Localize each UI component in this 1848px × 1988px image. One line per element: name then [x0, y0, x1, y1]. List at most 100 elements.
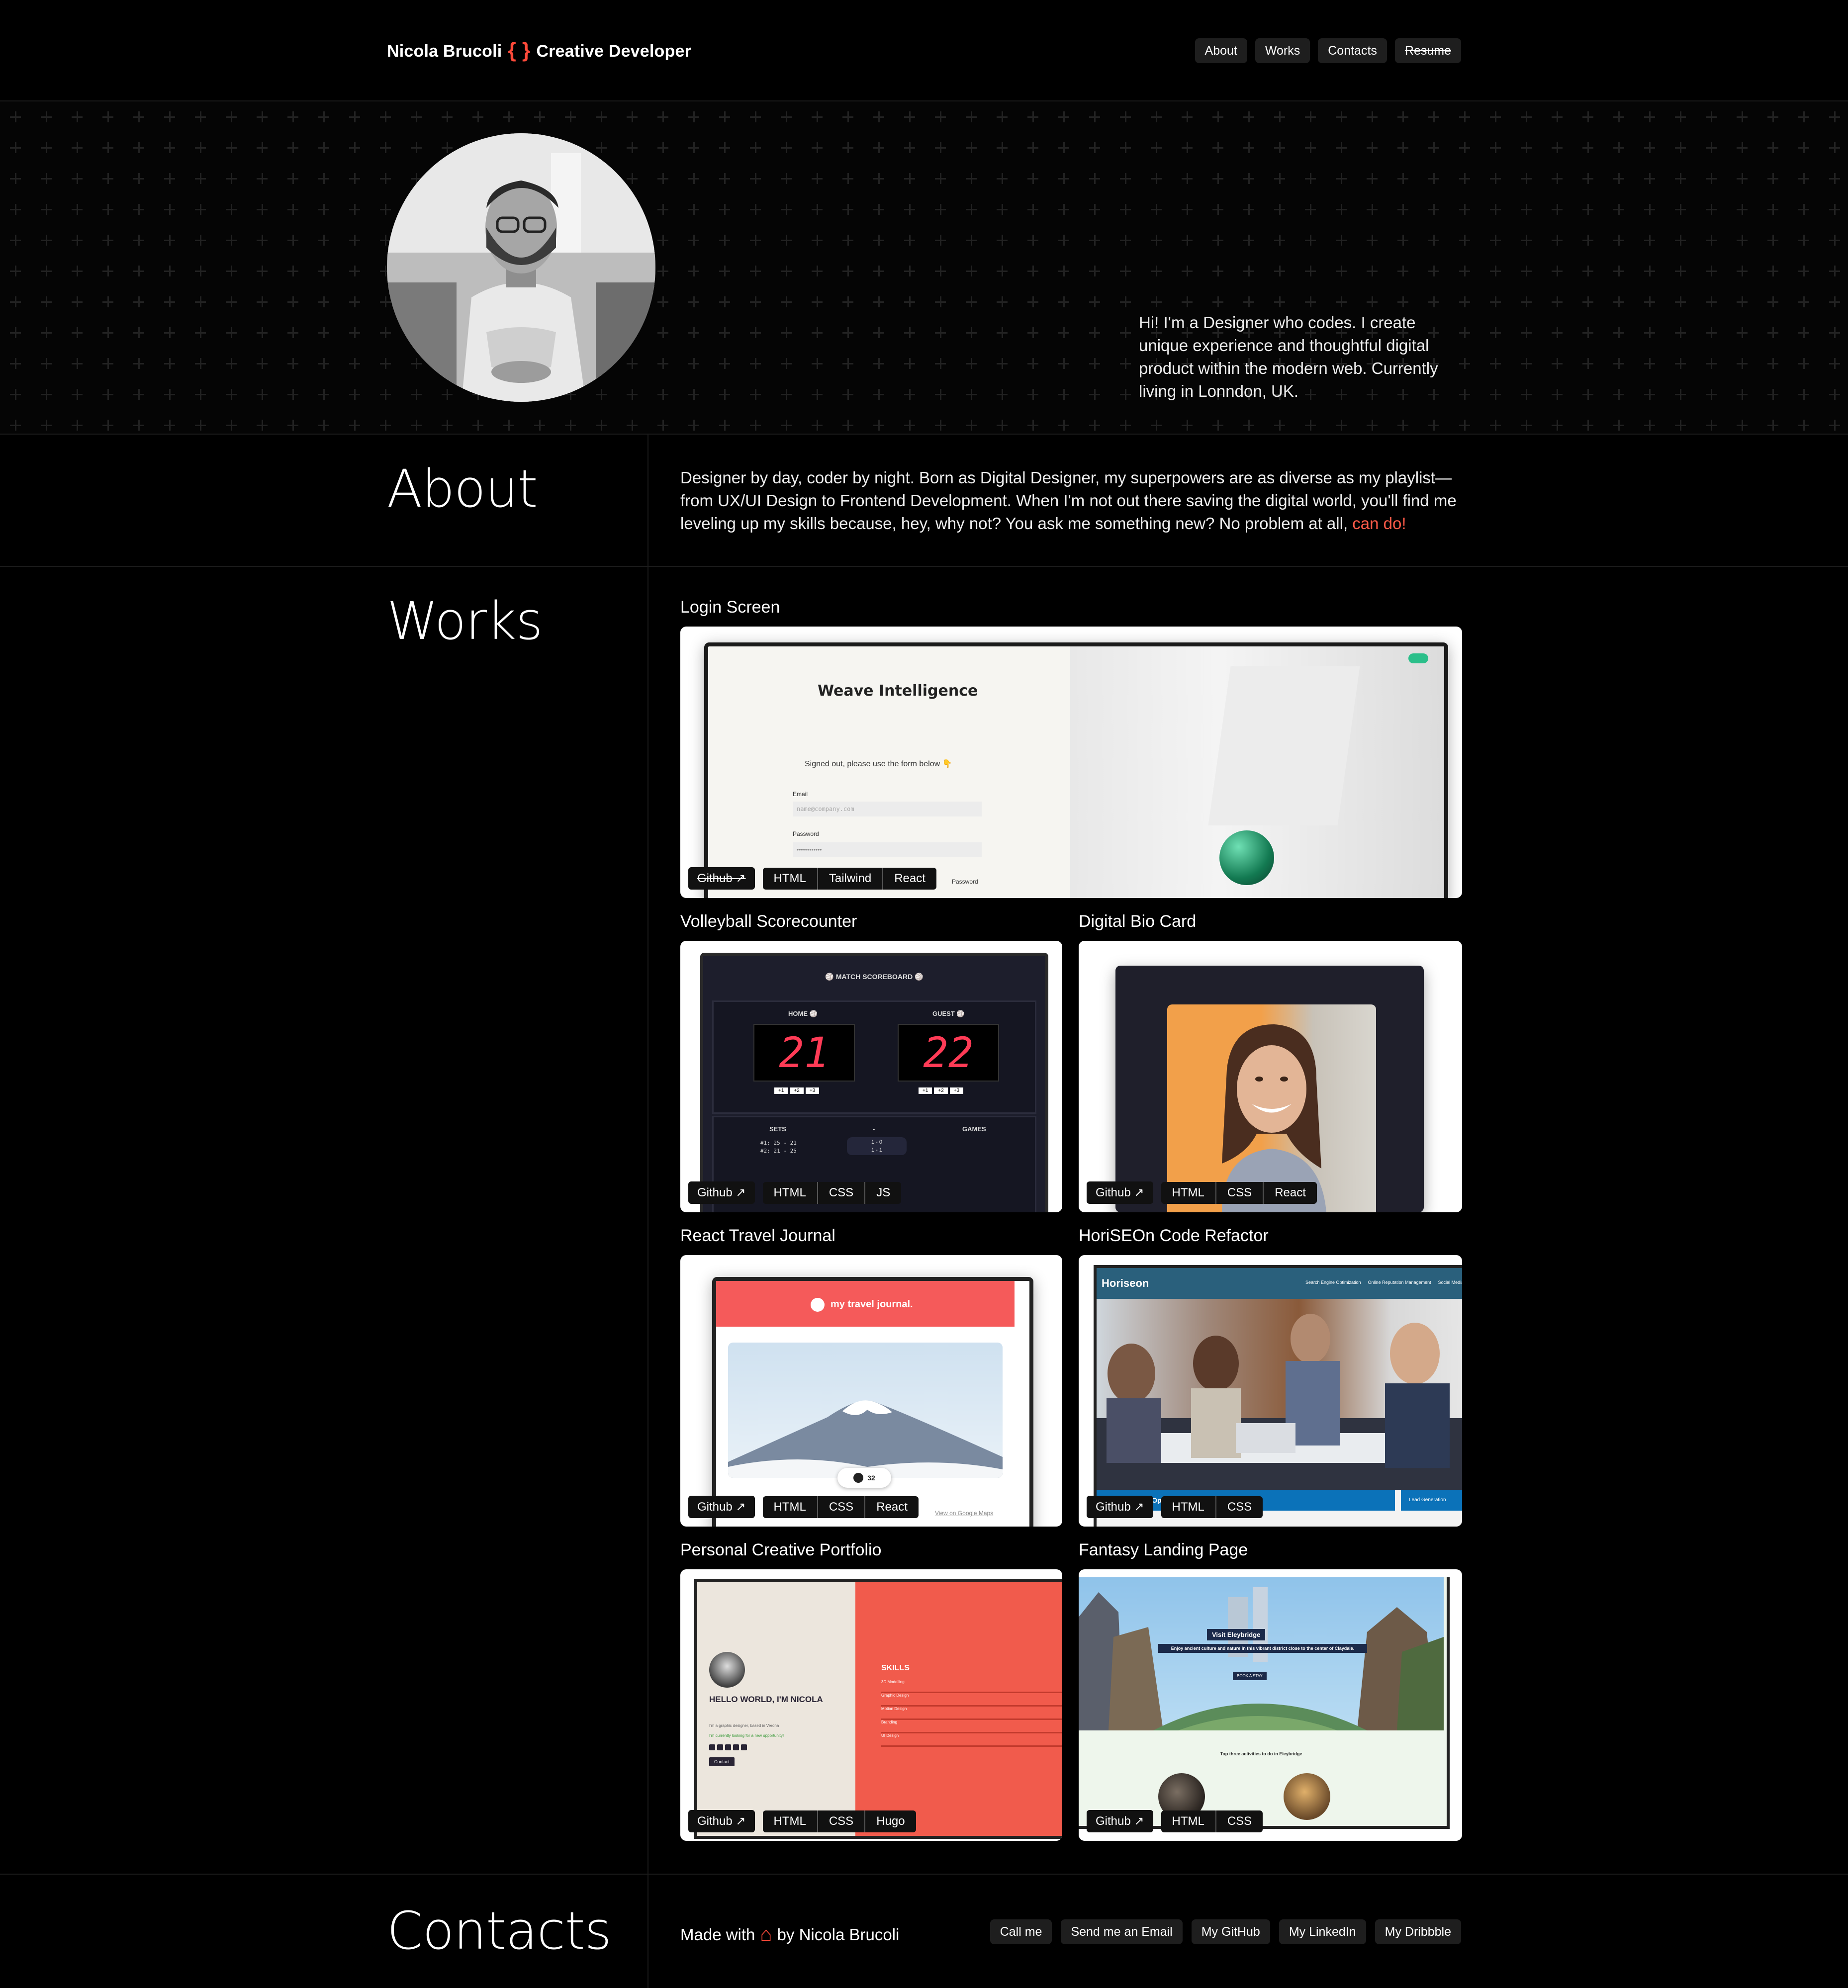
- scoreboard-preview: 🏐 MATCH SCOREBOARD 🏐 HOME 🏐 GUEST 🏐 21 2…: [700, 953, 1048, 1212]
- horiseon-brand: Horiseon: [1102, 1277, 1149, 1289]
- work-card-travel[interactable]: my travel journal. 32 View on Google Map…: [680, 1255, 1062, 1527]
- tag: JS: [864, 1181, 901, 1204]
- house-icon: ⌂: [760, 1923, 772, 1945]
- fantasy-book: BOOK A STAY: [1233, 1672, 1267, 1680]
- nav-works[interactable]: Works: [1255, 38, 1310, 63]
- globe-icon: [811, 1298, 825, 1312]
- tag: CSS: [1215, 1496, 1263, 1518]
- fantasy-preview: Visit Eleybridge Enjoy ancient culture a…: [1079, 1577, 1450, 1829]
- work-title-travel: React Travel Journal: [680, 1226, 835, 1245]
- work-title-portfolio: Personal Creative Portfolio: [680, 1540, 882, 1559]
- team-photo: [1097, 1299, 1462, 1490]
- games-label: GAMES: [962, 1125, 986, 1133]
- scoreboard-header: 🏐 MATCH SCOREBOARD 🏐: [825, 973, 924, 981]
- work-card-portfolio[interactable]: SKILLS 3D Modelling Graphic Design Motio…: [680, 1569, 1062, 1841]
- made-by: by Nicola Brucoli: [777, 1925, 900, 1944]
- sets-label: SETS: [769, 1125, 786, 1133]
- tech-tags: HTML CSS React: [1161, 1181, 1317, 1204]
- work-title-volleyball: Volleyball Scorecounter: [680, 912, 857, 931]
- divider: [0, 434, 1848, 435]
- github-link[interactable]: Github ↗: [688, 1181, 755, 1204]
- login-message: Signed out, please use the form below 👇: [805, 760, 952, 768]
- home-label: HOME 🏐: [788, 1010, 818, 1017]
- tech-tags: HTML CSS JS: [762, 1181, 902, 1204]
- site-brand[interactable]: Nicola Brucoli { } Creative Developer: [387, 40, 691, 62]
- login-heading: Weave Intelligence: [818, 682, 978, 700]
- work-card-fantasy[interactable]: Visit Eleybridge Enjoy ancient culture a…: [1079, 1569, 1462, 1841]
- work-tags: Github ↗ HTML CSS JS: [688, 1181, 902, 1204]
- call-me-button[interactable]: Call me: [990, 1919, 1052, 1944]
- fantasy-desc: Enjoy ancient culture and nature in this…: [1158, 1644, 1367, 1653]
- github-link[interactable]: Github ↗: [688, 867, 755, 890]
- tag: React: [882, 867, 936, 890]
- toggle-icon: [1408, 653, 1428, 663]
- github-link[interactable]: Github ↗: [1087, 1810, 1153, 1832]
- tech-tags: HTML CSS React: [762, 1496, 919, 1518]
- divider: [0, 1874, 1848, 1875]
- horiseon-preview: Horiseon Search Engine Optimization Onli…: [1094, 1265, 1462, 1527]
- tag: Hugo: [864, 1810, 916, 1832]
- thumbs-up-icon: [853, 1473, 864, 1483]
- github-link[interactable]: Github ↗: [688, 1496, 755, 1518]
- email-label: Email: [793, 791, 808, 798]
- tag: CSS: [817, 1496, 864, 1518]
- login-hero-image: [1070, 646, 1444, 898]
- password-label: Password: [793, 830, 819, 837]
- tag: CSS: [817, 1181, 864, 1204]
- like-badge: 32: [837, 1468, 891, 1488]
- horiseon-side: Lead Generation: [1401, 1490, 1462, 1511]
- linkedin-button[interactable]: My LinkedIn: [1279, 1919, 1366, 1944]
- work-card-login[interactable]: Weave Intelligence Signed out, please us…: [680, 627, 1462, 898]
- github-button[interactable]: My GitHub: [1191, 1919, 1270, 1944]
- nav-about[interactable]: About: [1195, 38, 1247, 63]
- like-count: 32: [867, 1474, 875, 1482]
- brand-name: Nicola Brucoli: [387, 41, 502, 61]
- tag: React: [864, 1496, 919, 1518]
- guest-score: 22: [898, 1024, 999, 1082]
- dribbble-button[interactable]: My Dribbble: [1375, 1919, 1461, 1944]
- work-tags: Github ↗ HTML CSS Hugo: [688, 1810, 916, 1832]
- github-link[interactable]: Github ↗: [1087, 1181, 1153, 1204]
- portfolio-preview: SKILLS 3D Modelling Graphic Design Motio…: [694, 1579, 1062, 1839]
- travel-header: my travel journal.: [716, 1281, 1015, 1327]
- profile-photo: [387, 133, 655, 402]
- tag: CSS: [1215, 1181, 1263, 1204]
- password-small: Password: [952, 878, 978, 885]
- skills-list: 3D Modelling Graphic Design Motion Desig…: [881, 1680, 1062, 1747]
- tag: React: [1263, 1181, 1317, 1204]
- contacts-title: Contacts: [387, 1900, 612, 1961]
- work-tags: Github ↗ HTML CSS: [1087, 1810, 1263, 1832]
- work-card-horiseon[interactable]: Horiseon Search Engine Optimization Onli…: [1079, 1255, 1462, 1527]
- portfolio-hello: HELLO WORLD, I'M NICOLA: [709, 1695, 823, 1704]
- work-title-login: Login Screen: [680, 598, 780, 617]
- tech-tags: HTML CSS Hugo: [762, 1810, 916, 1832]
- tag: HTML: [773, 1500, 806, 1514]
- tag: HTML: [1172, 1185, 1204, 1199]
- work-tags: Github ↗ HTML CSS: [1087, 1496, 1263, 1518]
- tag: HTML: [773, 871, 806, 885]
- github-link[interactable]: Github ↗: [688, 1810, 755, 1832]
- guest-label: GUEST 🏐: [932, 1010, 965, 1017]
- work-card-volleyball[interactable]: 🏐 MATCH SCOREBOARD 🏐 HOME 🏐 GUEST 🏐 21 2…: [680, 941, 1062, 1212]
- game-lines: 1 - 0 1 - 1: [847, 1137, 907, 1155]
- hero-intro: Hi! I'm a Designer who codes. I create u…: [1139, 313, 1438, 400]
- tag: CSS: [1215, 1810, 1263, 1832]
- email-button[interactable]: Send me an Email: [1061, 1919, 1183, 1944]
- tag: HTML: [773, 1814, 806, 1828]
- github-link[interactable]: Github ↗: [1087, 1496, 1153, 1518]
- set-lines: #1: 25 - 21 #2: 21 - 25: [760, 1140, 797, 1154]
- activity-thumb: [1284, 1773, 1330, 1820]
- about-accent: can do!: [1352, 514, 1406, 533]
- nav-contacts[interactable]: Contacts: [1318, 38, 1387, 63]
- login-preview: Weave Intelligence Signed out, please us…: [704, 642, 1448, 898]
- fantasy-scene: Visit Eleybridge Enjoy ancient culture a…: [1079, 1577, 1444, 1730]
- fantasy-top: Top three activities to do in Eleybridge: [1220, 1751, 1302, 1756]
- avatar: [709, 1652, 745, 1688]
- tech-tags: HTML CSS: [1161, 1496, 1263, 1518]
- tech-tags: HTML Tailwind React: [762, 867, 936, 890]
- work-card-biocard[interactable]: Github ↗ HTML CSS React: [1079, 941, 1462, 1212]
- horiseon-menu: Search Engine Optimization Online Reputa…: [1305, 1280, 1462, 1285]
- maps-link: View on Google Maps: [935, 1510, 994, 1517]
- score-panel: HOME 🏐 GUEST 🏐 21 22 +1 +2 +3 +1 +2 +3: [712, 1000, 1036, 1114]
- nav-resume[interactable]: Resume: [1394, 38, 1461, 63]
